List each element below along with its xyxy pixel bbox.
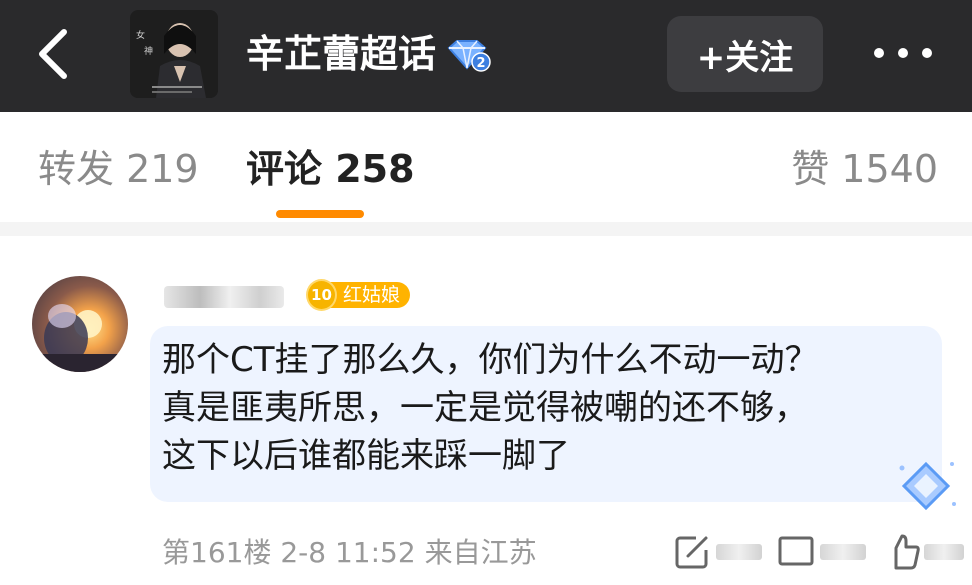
svg-text:神: 神	[144, 45, 153, 57]
reply-count-blurred	[716, 544, 762, 560]
follow-button[interactable]: +关注	[667, 16, 823, 92]
diamond-decoration-icon	[894, 456, 958, 514]
reply-edit-icon[interactable]	[672, 532, 712, 576]
like-thumb-icon[interactable]	[882, 532, 922, 576]
comment-sheet: 转发 219 评论 258 赞 1540 10 红姑娘 那个CT挂了那么久，你们…	[0, 112, 972, 585]
comment-meta: 第161楼 2-8 11:52 来自江苏	[162, 536, 537, 569]
section-divider	[0, 222, 972, 236]
username-blurred[interactable]	[164, 280, 294, 314]
active-tab-indicator	[276, 210, 364, 218]
fan-level-badge[interactable]: 10 红姑娘	[306, 278, 410, 312]
tab-repost[interactable]: 转发 219	[38, 144, 199, 194]
comment-actions	[672, 532, 972, 572]
fan-level-label: 红姑娘	[328, 282, 410, 308]
vip-level-number: 2	[476, 56, 485, 71]
svg-text:女: 女	[136, 29, 145, 41]
like-count-blurred	[924, 544, 964, 560]
comment-count-blurred	[820, 544, 866, 560]
topic-cover-image[interactable]: 女 神	[130, 10, 218, 98]
top-bar: 女 神 辛芷蕾超话 2 +关注	[0, 0, 972, 112]
comment-line: 这下以后谁都能来踩一脚了	[162, 436, 570, 476]
comment-line: 真是匪夷所思，一定是觉得被嘲的还不够，	[162, 388, 808, 428]
comment-line: 那个CT挂了那么久，你们为什么不动一动？	[162, 340, 819, 380]
back-arrow-icon[interactable]	[34, 26, 74, 82]
comment-icon[interactable]	[776, 532, 816, 576]
fan-level-number: 10	[306, 279, 337, 311]
tab-like[interactable]: 赞 1540	[791, 144, 938, 194]
page-title: 辛芷蕾超话	[246, 32, 437, 76]
tab-bar: 转发 219 评论 258 赞 1540	[0, 112, 972, 222]
comment-text[interactable]: 那个CT挂了那么久，你们为什么不动一动？ 真是匪夷所思，一定是觉得被嘲的还不够，…	[162, 336, 922, 480]
vip-diamond-icon: 2	[445, 38, 491, 72]
tab-comment[interactable]: 评论 258	[246, 144, 415, 194]
avatar[interactable]	[32, 276, 128, 372]
more-options-icon[interactable]	[874, 44, 932, 62]
